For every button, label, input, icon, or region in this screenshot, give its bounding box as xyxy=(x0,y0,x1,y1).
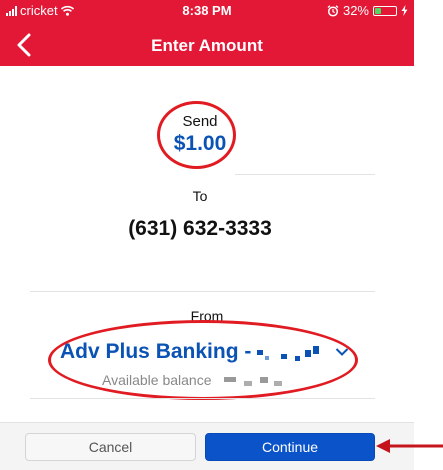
send-label: Send xyxy=(182,113,218,130)
alarm-icon xyxy=(327,4,339,17)
divider xyxy=(30,398,375,399)
account-name: Adv Plus Banking - xyxy=(60,340,252,363)
continue-button[interactable]: Continue xyxy=(205,433,375,461)
balance-value-redacted xyxy=(220,373,290,387)
to-label: To xyxy=(192,188,208,204)
status-bar: cricket 8:38 PM 32% xyxy=(0,0,414,20)
battery-percent: 32% xyxy=(342,3,369,18)
account-selector[interactable]: Adv Plus Banking - xyxy=(60,336,370,368)
recipient-phone: (631) 632-3333 xyxy=(128,217,272,240)
available-balance-row: Available balance xyxy=(102,370,342,390)
cancel-button[interactable]: Cancel xyxy=(25,433,196,461)
battery-icon xyxy=(373,5,397,16)
divider xyxy=(30,291,375,292)
page-title: Enter Amount xyxy=(151,36,263,55)
nav-bar: Enter Amount xyxy=(0,26,414,64)
bolt-icon xyxy=(401,5,408,16)
status-right: 32% xyxy=(327,3,408,18)
from-label: From xyxy=(190,308,224,324)
balance-label: Available balance xyxy=(102,372,212,388)
divider xyxy=(235,174,375,175)
action-bar: Cancel Continue xyxy=(0,422,414,470)
account-number-redacted xyxy=(253,342,333,362)
screen: cricket 8:38 PM 32% Enter Amount Send $1… xyxy=(0,0,443,470)
header: cricket 8:38 PM 32% Enter Amount xyxy=(0,0,414,66)
amount-value[interactable]: $1.00 xyxy=(0,132,400,156)
chevron-down-icon xyxy=(336,348,349,356)
